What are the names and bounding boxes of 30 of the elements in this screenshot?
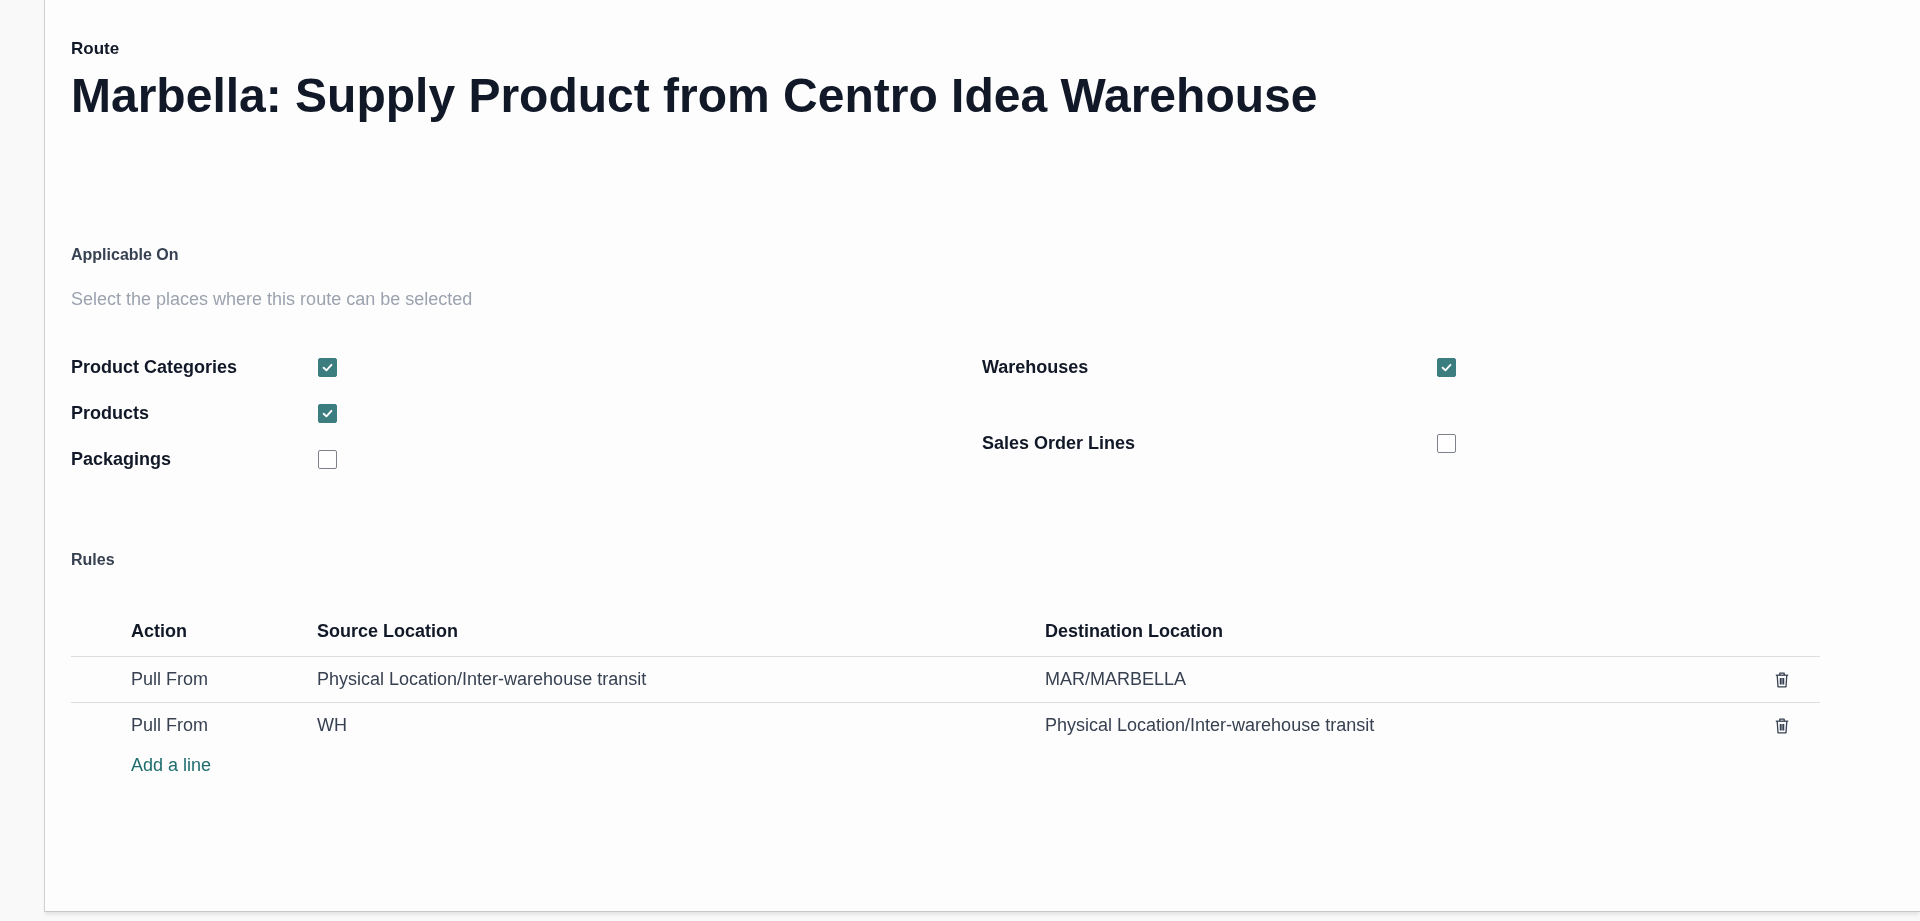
table-cell: WH (317, 715, 347, 735)
column-header[interactable]: Action (131, 620, 187, 641)
column-header[interactable]: Source Location (317, 620, 459, 641)
field-label: Packagings (71, 448, 173, 470)
field-label: Products (71, 402, 150, 424)
section-description: Select the places where this route can be selected (71, 288, 473, 311)
field-label: Warehouses (982, 356, 1090, 378)
table-cell: Pull From (131, 715, 208, 735)
checkbox[interactable] (318, 449, 337, 469)
record-type-label: Route (71, 38, 120, 60)
field-label: Sales Order Lines (982, 432, 1137, 454)
section-label: Rules (71, 550, 115, 570)
record-title: Marbella: Supply Product from Centro Idea Warehouse (71, 68, 1318, 124)
checkmark-icon (322, 407, 333, 419)
checkbox[interactable] (1437, 433, 1456, 453)
checkbox[interactable] (318, 357, 337, 377)
table-cell: Pull From (131, 669, 208, 689)
table-cell: Physical Location/Inter-warehouse transit (317, 669, 647, 689)
column-header[interactable]: Destination Location (1045, 620, 1223, 641)
checkbox[interactable] (1437, 357, 1456, 377)
section-label: Applicable On (71, 245, 179, 265)
field-label: Product Categories (71, 356, 239, 378)
checkbox[interactable] (318, 403, 337, 423)
trash-icon[interactable] (1775, 718, 1789, 735)
add-line-link[interactable]: Add a line (131, 754, 212, 775)
table-cell: Physical Location/Inter-warehouse transit (1045, 715, 1375, 735)
table-cell: MAR/MARBELLA (1045, 669, 1187, 689)
checkmark-icon (1441, 361, 1452, 373)
checkmark-icon (322, 361, 333, 373)
trash-icon[interactable] (1775, 672, 1789, 689)
